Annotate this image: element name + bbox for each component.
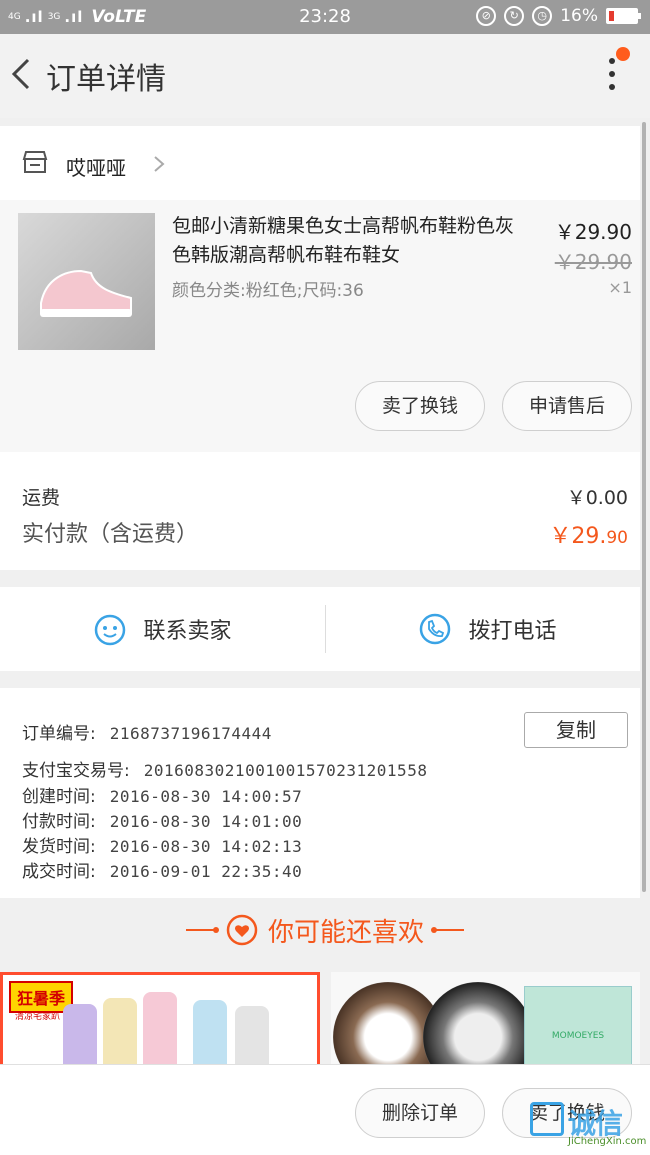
product-price: ￥29.90 xyxy=(554,220,632,244)
nav-bar: 订单详情 xyxy=(0,34,650,118)
bottle-image xyxy=(193,1000,227,1064)
info-value: 2016-08-30 14:01:00 xyxy=(109,812,303,831)
call-label: 拨打电话 xyxy=(468,619,557,644)
product-title[interactable]: 包邮小清新糖果色女士高帮帆布鞋粉色灰色韩版潮高帮帆布鞋布鞋女 xyxy=(172,212,532,270)
order-item[interactable]: 包邮小清新糖果色女士高帮帆布鞋粉色灰色韩版潮高帮帆布鞋布鞋女 颜色分类:粉红色;… xyxy=(0,200,640,452)
notification-dot xyxy=(616,47,630,61)
info-key: 发货时间: xyxy=(22,837,96,857)
product-sku: 颜色分类:粉红色;尺码:36 xyxy=(172,281,364,301)
watermark: 诚信 JiChengXin.com xyxy=(530,1102,648,1150)
store-icon xyxy=(22,151,48,173)
total-value-dec: 90 xyxy=(606,528,628,548)
more-menu-icon[interactable] xyxy=(606,58,618,98)
call-button[interactable]: 拨打电话 xyxy=(325,587,650,671)
deal-time-row: 成交时间: 2016-09-01 22:35:40 xyxy=(22,857,302,882)
contact-lens-image xyxy=(423,982,533,1064)
delete-order-button[interactable]: 删除订单 xyxy=(355,1088,485,1138)
chat-icon xyxy=(95,614,126,646)
info-key: 付款时间: xyxy=(22,812,96,832)
product-image[interactable] xyxy=(18,213,155,350)
order-info: 订单编号: 2168737196174444 复制 支付宝交易号: 20160830… xyxy=(0,688,640,898)
info-value: 2016-09-01 22:35:40 xyxy=(109,862,303,881)
shop-row[interactable]: 哎哑哑 xyxy=(0,126,640,200)
chevron-right-icon xyxy=(154,156,165,172)
created-time-row: 创建时间: 2016-08-30 14:00:57 xyxy=(22,782,302,807)
header-line-left xyxy=(185,927,219,933)
contact-bar: 联系卖家 拨打电话 xyxy=(0,587,640,671)
recommend-card[interactable]: 狂暑季 清凉宅家趴 xyxy=(0,972,320,1064)
info-key: 成交时间: xyxy=(22,862,96,882)
battery-icon xyxy=(606,8,641,24)
paid-time-row: 付款时间: 2016-08-30 14:01:00 xyxy=(22,807,302,832)
brand-box: MOMOEYES xyxy=(524,986,632,1064)
total-label: 实付款（含运费） xyxy=(22,522,199,547)
info-value: 2016-08-30 14:00:57 xyxy=(109,787,303,806)
rotation-lock-icon: ↻ xyxy=(504,6,525,26)
contact-seller-label: 联系卖家 xyxy=(143,619,232,644)
fee-section: 运费 ￥0.00 实付款（含运费） ￥29.90 xyxy=(0,452,640,570)
bottle-image xyxy=(63,1004,97,1064)
info-value: 2016-08-30 14:02:13 xyxy=(109,837,303,856)
bottle-image xyxy=(235,1006,269,1064)
alarm-icon: ◷ xyxy=(532,6,553,26)
shop-name[interactable]: 哎哑哑 xyxy=(66,152,126,181)
recommend-header: 你可能还喜欢 xyxy=(0,898,650,962)
watermark-subtext: JiChengXin.com xyxy=(568,1136,647,1147)
shipping-label: 运费 xyxy=(22,487,61,509)
shipping-value: ￥0.00 xyxy=(566,487,628,509)
mute-icon: ⊘ xyxy=(476,6,497,26)
copy-button[interactable]: 复制 xyxy=(524,712,628,748)
phone-icon xyxy=(420,613,451,645)
bottle-image xyxy=(103,998,137,1064)
contact-seller-button[interactable]: 联系卖家 xyxy=(0,587,325,671)
info-key: 支付宝交易号: xyxy=(22,761,130,781)
order-number-row: 订单编号: 2168737196174444 xyxy=(22,719,272,744)
heart-icon xyxy=(226,914,258,946)
product-quantity: ×1 xyxy=(608,278,632,297)
status-icons: ⊘ ↻ ◷ 16% xyxy=(476,6,641,26)
watermark-logo-icon xyxy=(530,1102,564,1136)
recommend-card[interactable]: MOMOEYES xyxy=(331,972,640,1064)
back-arrow-icon[interactable] xyxy=(6,54,36,94)
product-original-price: ￥29.90 xyxy=(554,250,632,274)
bottle-image xyxy=(143,992,177,1064)
info-value: 2168737196174444 xyxy=(109,724,272,743)
info-value: 2016083021001001570231201558 xyxy=(143,761,428,780)
after-sales-button[interactable]: 申请售后 xyxy=(502,381,632,431)
sell-for-cash-button[interactable]: 卖了换钱 xyxy=(355,381,485,431)
total-value: ￥29.90 xyxy=(549,518,628,550)
info-key: 创建时间: xyxy=(22,787,96,807)
status-bar: 4G .ıl 3G .ıl VoLTE 23:28 ⊘ ↻ ◷ 16% xyxy=(0,0,650,34)
info-key: 订单编号: xyxy=(22,724,96,744)
shoe-image xyxy=(40,269,132,317)
battery-percent: 16% xyxy=(560,6,598,26)
total-value-int: ￥29. xyxy=(549,524,607,549)
scrollbar[interactable] xyxy=(642,122,646,892)
page-title: 订单详情 xyxy=(46,62,166,97)
alipay-trade-row: 支付宝交易号: 2016083021001001570231201558 xyxy=(22,756,427,781)
promo-subtitle: 清凉宅家趴 xyxy=(15,1012,61,1022)
recommend-title: 你可能还喜欢 xyxy=(267,917,424,948)
header-line-right xyxy=(431,927,464,933)
shipped-time-row: 发货时间: 2016-08-30 14:02:13 xyxy=(22,832,302,857)
